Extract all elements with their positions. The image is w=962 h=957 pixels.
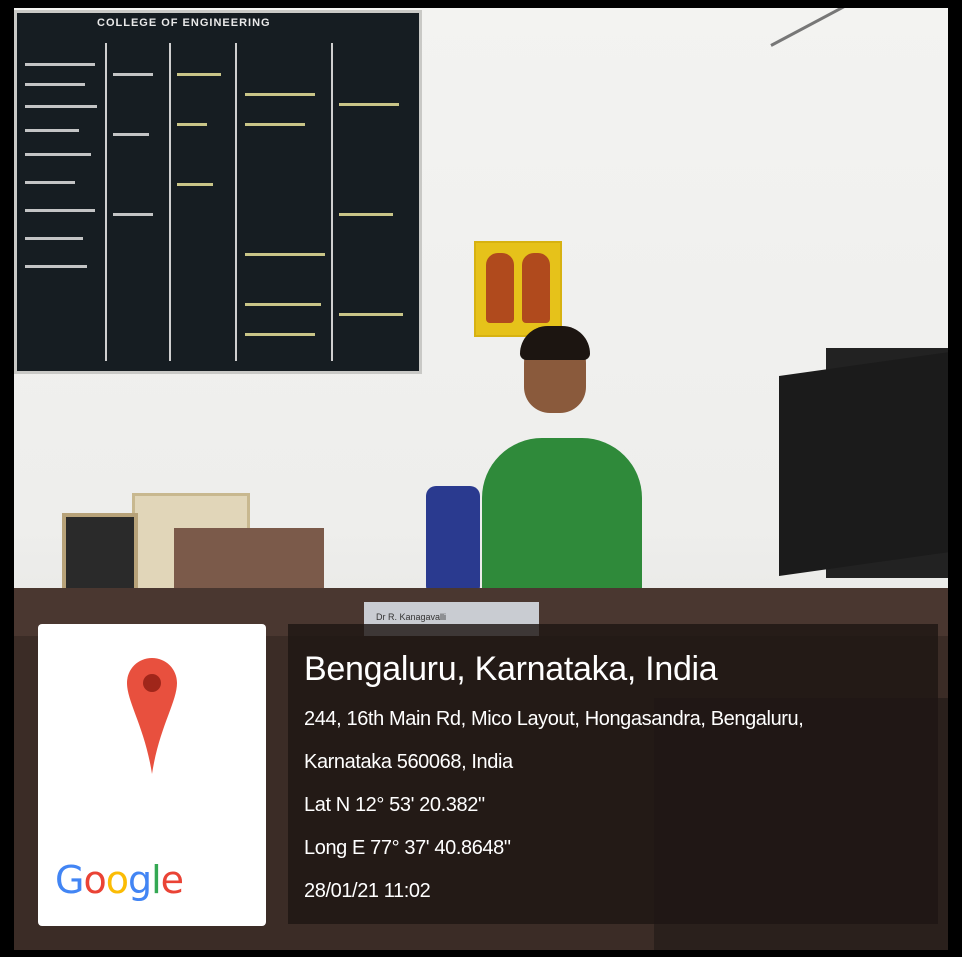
board-text-line: [25, 153, 91, 156]
notice-board-title: COLLEGE OF ENGINEERING: [97, 17, 271, 29]
desk-frame: [62, 513, 138, 593]
google-logo: Google: [55, 858, 184, 902]
person-body: [482, 438, 642, 598]
board-text-line: [25, 105, 97, 108]
board-divider: [169, 43, 171, 361]
notice-board: COLLEGE OF ENGINEERING: [14, 10, 422, 374]
google-logo-letter: G: [55, 858, 84, 902]
computer-monitor: [779, 352, 948, 576]
longitude-text: Long E 77° 37' 40.8648": [304, 837, 511, 859]
board-text-line: [245, 123, 305, 126]
office-chair: [426, 486, 480, 596]
person-hair: [520, 326, 590, 360]
location-title: Bengaluru, Karnataka, India: [304, 650, 718, 688]
google-logo-letter: l: [151, 858, 162, 902]
address-line-1: 244, 16th Main Rd, Mico Layout, Hongasan…: [304, 708, 804, 730]
board-text-line: [25, 209, 95, 212]
board-text-line: [113, 133, 149, 136]
board-text-line: [339, 313, 403, 316]
board-divider: [331, 43, 333, 361]
board-text-line: [177, 73, 221, 76]
latitude-text: Lat N 12° 53' 20.382": [304, 794, 485, 816]
board-text-line: [245, 93, 315, 96]
board-text-line: [177, 183, 213, 186]
picture-figure: [486, 253, 514, 323]
google-logo-letter: g: [127, 858, 152, 902]
wall-picture-frame: [474, 241, 562, 337]
board-text-line: [25, 129, 79, 132]
board-text-line: [177, 123, 207, 126]
board-text-line: [245, 303, 321, 306]
board-divider: [105, 43, 107, 361]
board-text-line: [25, 83, 85, 86]
ceiling-fixture: [770, 8, 869, 47]
board-text-line: [245, 333, 315, 336]
board-text-line: [25, 63, 95, 66]
board-text-line: [339, 103, 399, 106]
image-frame: COLLEGE OF ENGINEERING Dr R. Kanagavalli…: [0, 0, 962, 957]
board-text-line: [25, 265, 87, 268]
board-text-line: [245, 253, 325, 256]
board-text-line: [113, 73, 153, 76]
board-text-line: [339, 213, 393, 216]
board-text-line: [25, 181, 75, 184]
timestamp-text: 28/01/21 11:02: [304, 880, 431, 902]
board-text-line: [113, 213, 153, 216]
board-text-line: [25, 237, 83, 240]
board-divider: [235, 43, 237, 361]
picture-figure: [522, 253, 550, 323]
location-info-panel: Bengaluru, Karnataka, India 244, 16th Ma…: [288, 624, 938, 924]
map-card: Google: [38, 624, 266, 926]
address-line-2: Karnataka 560068, India: [304, 751, 513, 773]
name-plate-text: Dr R. Kanagavalli: [376, 612, 447, 622]
google-logo-letter: e: [160, 858, 184, 902]
google-logo-letter: o: [105, 858, 129, 902]
google-logo-letter: o: [83, 858, 106, 902]
map-pin-icon: [127, 658, 177, 774]
